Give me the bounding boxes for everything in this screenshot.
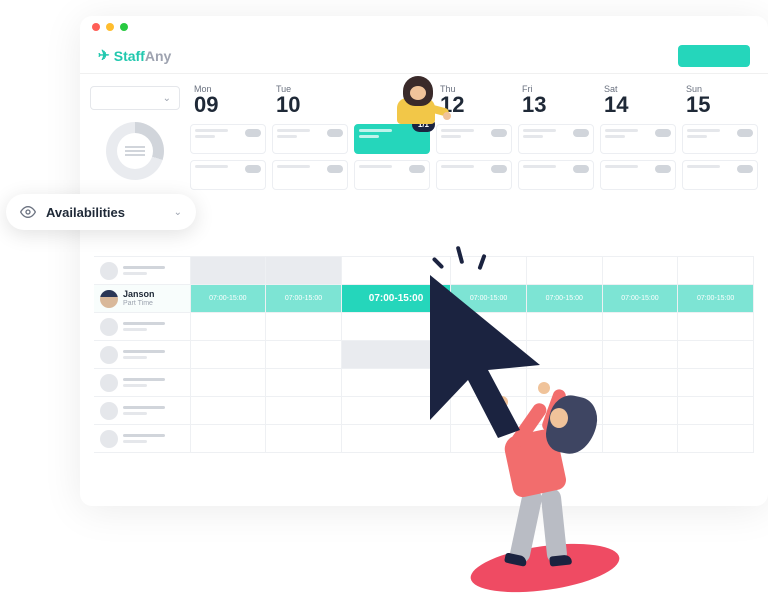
employee-cell[interactable] [94, 397, 190, 425]
availability-slot[interactable]: 07:00-15:00 [266, 285, 342, 313]
chevron-down-icon: ⌄ [174, 207, 182, 218]
shift-card[interactable] [682, 160, 758, 190]
calendar-area: Mon09 Tue10 Wed11 Thu12 Fri13 Sat14 Sun1… [190, 74, 768, 192]
employee-cell[interactable] [94, 313, 190, 341]
avatar [100, 290, 118, 308]
grid-cell[interactable] [602, 369, 678, 397]
employee-cell[interactable] [94, 425, 190, 453]
filter-select[interactable]: ⌄ [90, 86, 180, 110]
close-icon[interactable] [92, 23, 100, 31]
day-header[interactable]: Fri13 [518, 82, 594, 118]
grid-cell[interactable] [602, 257, 678, 285]
shift-card-row [190, 160, 758, 190]
progress-donut [90, 122, 180, 180]
availability-slot[interactable]: 07:00-15:00 [602, 285, 678, 313]
brand-part1: Staff [114, 48, 145, 64]
maximize-icon[interactable] [120, 23, 128, 31]
grid-cell[interactable] [678, 397, 754, 425]
day-header[interactable]: Sun15 [682, 82, 758, 118]
grid-cell[interactable] [266, 313, 342, 341]
grid-cell[interactable] [266, 397, 342, 425]
day-header[interactable]: Mon09 [190, 82, 266, 118]
illustration-cursor [410, 270, 560, 445]
employee-cell[interactable] [94, 341, 190, 369]
shift-card[interactable] [518, 124, 594, 154]
brand-part2: Any [145, 48, 171, 64]
availabilities-filter-chip[interactable]: Availabilities ⌄ [6, 194, 196, 230]
employee-cell[interactable]: JansonPart Time [94, 285, 190, 313]
logo-icon: ✈ [98, 47, 110, 64]
employee-cell[interactable] [94, 369, 190, 397]
primary-action-button[interactable] [678, 45, 750, 67]
grid-cell[interactable] [678, 369, 754, 397]
shift-card[interactable] [272, 160, 348, 190]
day-header[interactable]: Sat14 [600, 82, 676, 118]
shift-card[interactable] [190, 124, 266, 154]
avatar [100, 430, 118, 448]
grid-cell[interactable] [266, 369, 342, 397]
grid-cell[interactable] [266, 257, 342, 285]
sidebar: ⌄ [80, 74, 190, 192]
app-header: ✈ StaffAny [80, 38, 768, 74]
minimize-icon[interactable] [106, 23, 114, 31]
avatar [100, 346, 118, 364]
grid-cell[interactable] [678, 313, 754, 341]
grid-cell[interactable] [266, 425, 342, 453]
availability-slot[interactable]: 07:00-15:00 [678, 285, 754, 313]
grid-cell[interactable] [266, 341, 342, 369]
avatar [100, 262, 118, 280]
window-titlebar [80, 16, 768, 38]
grid-cell[interactable] [602, 341, 678, 369]
grid-cell[interactable] [602, 313, 678, 341]
day-header-row: Mon09 Tue10 Wed11 Thu12 Fri13 Sat14 Sun1… [190, 82, 758, 118]
avatar [100, 402, 118, 420]
shift-card[interactable] [354, 160, 430, 190]
shift-card[interactable] [600, 160, 676, 190]
grid-cell[interactable] [678, 257, 754, 285]
grid-cell[interactable] [678, 425, 754, 453]
employee-cell[interactable] [94, 257, 190, 285]
grid-cell[interactable] [190, 425, 266, 453]
grid-cell[interactable] [678, 341, 754, 369]
grid-cell[interactable] [190, 313, 266, 341]
grid-cell[interactable] [190, 397, 266, 425]
grid-cell[interactable] [190, 369, 266, 397]
shift-card[interactable] [436, 160, 512, 190]
shift-card[interactable] [518, 160, 594, 190]
availability-slot[interactable]: 07:00-15:00 [190, 285, 266, 313]
employee-role: Part Time [123, 300, 155, 307]
shift-card-row: 1/1 [190, 124, 758, 154]
illustration-person-top [385, 76, 455, 136]
grid-cell[interactable] [190, 257, 266, 285]
avatar [100, 318, 118, 336]
brand-logo: ✈ StaffAny [98, 47, 171, 64]
chevron-down-icon: ⌄ [163, 93, 171, 104]
shift-card[interactable] [272, 124, 348, 154]
eye-icon [20, 204, 36, 220]
cursor-icon [410, 270, 560, 440]
shift-card[interactable] [600, 124, 676, 154]
employee-name: Janson [123, 290, 155, 300]
day-header[interactable]: Tue10 [272, 82, 348, 118]
avatar [100, 374, 118, 392]
filter-label: Availabilities [46, 205, 164, 220]
grid-cell[interactable] [190, 341, 266, 369]
shift-card[interactable] [682, 124, 758, 154]
shift-card[interactable] [190, 160, 266, 190]
